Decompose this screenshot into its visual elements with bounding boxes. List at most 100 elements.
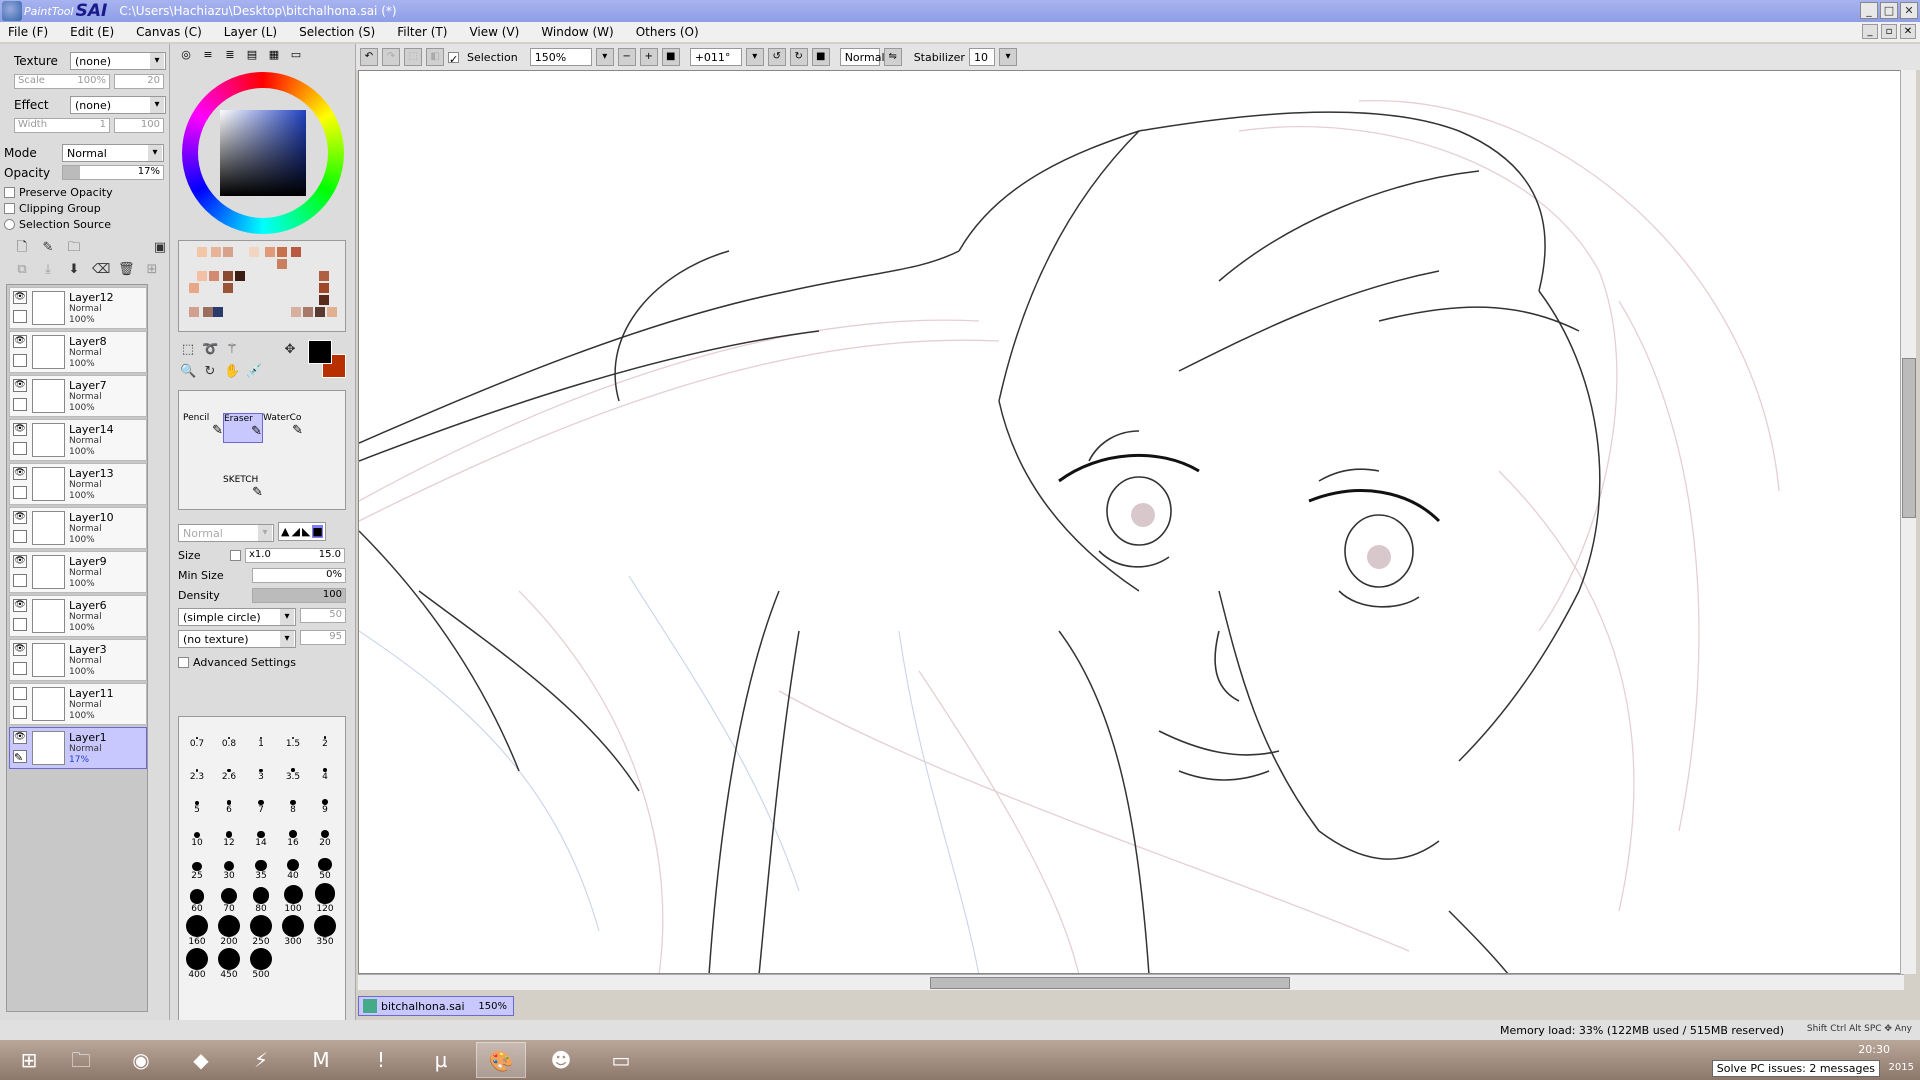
vertical-scroll-thumb[interactable] xyxy=(1902,358,1916,518)
clipping-group-checkbox[interactable] xyxy=(4,203,15,214)
rotate-icon[interactable]: ↻ xyxy=(202,364,218,380)
brush-size-preset[interactable]: 25 xyxy=(181,853,213,885)
preserve-opacity-checkbox[interactable] xyxy=(4,187,15,198)
layer-row[interactable]: 👁 Layer9 Normal 100% xyxy=(9,551,147,593)
rotate-reset-icon[interactable]: ■ xyxy=(811,48,830,66)
document-tab[interactable]: bitchalhona.sai 150% xyxy=(358,996,514,1016)
m-app-icon[interactable]: M xyxy=(296,1042,346,1078)
color-swatch[interactable] xyxy=(197,247,207,257)
color-swatch[interactable] xyxy=(189,307,199,317)
brush-size-preset[interactable]: 500 xyxy=(245,948,277,984)
color-swatch[interactable] xyxy=(249,247,259,257)
rotate-left-icon[interactable]: ↺ xyxy=(767,48,786,66)
copy-layer-icon[interactable]: ⧉ xyxy=(14,262,30,278)
color-swatch[interactable] xyxy=(213,307,223,317)
brush-tool-pencil[interactable]: Pencil ✎ xyxy=(183,413,223,443)
brush-tool-waterco[interactable]: WaterCo ✎ xyxy=(263,413,303,443)
move-icon[interactable]: ✥ xyxy=(282,342,298,358)
edge-flat-icon[interactable]: ■ xyxy=(312,525,323,538)
horizontal-scroll-thumb[interactable] xyxy=(930,977,1290,989)
color-swatch[interactable] xyxy=(319,283,329,293)
color-swatch[interactable] xyxy=(223,283,233,293)
color-swatch[interactable] xyxy=(197,271,207,281)
color-swatch[interactable] xyxy=(223,271,233,281)
penguin-app-icon[interactable]: ☻ xyxy=(536,1042,586,1078)
canvas[interactable] xyxy=(358,70,1904,974)
menu-item-view[interactable]: View (V) xyxy=(469,25,519,39)
minimize-button[interactable]: _ xyxy=(1860,2,1878,19)
brush-size-preset[interactable]: 10 xyxy=(181,820,213,852)
layer-lock-icon[interactable] xyxy=(13,574,27,587)
layer-row[interactable]: Layer11 Normal 100% xyxy=(9,683,147,725)
layer-lock-icon[interactable] xyxy=(13,354,27,367)
brush-size-preset[interactable]: 350 xyxy=(309,915,341,951)
explorer-icon[interactable]: 🗀 xyxy=(56,1042,106,1078)
brush-size-preset[interactable]: 300 xyxy=(277,915,309,951)
invert-selection-icon[interactable]: ◧ xyxy=(426,48,444,66)
close-button[interactable]: ✕ xyxy=(1900,2,1918,19)
brush-mode-dropdown[interactable]: Normal xyxy=(178,524,274,542)
lasso-icon[interactable]: ➰ xyxy=(202,342,218,358)
brush-size-preset[interactable]: 0.8 xyxy=(213,721,245,753)
brush-size-preset[interactable]: 1 xyxy=(245,721,277,753)
brush-size-preset[interactable]: 8 xyxy=(277,787,309,819)
color-wheel-tab-icon[interactable]: ◎ xyxy=(178,48,194,62)
color-swatch[interactable] xyxy=(303,307,313,317)
zoom-icon[interactable]: 🔍 xyxy=(180,364,196,380)
color-swatch[interactable] xyxy=(291,307,301,317)
layer-lock-icon[interactable] xyxy=(13,530,27,543)
brush-size-preset[interactable]: 16 xyxy=(277,820,309,852)
view-mode-field[interactable]: Normal xyxy=(839,48,885,66)
color-swatch[interactable] xyxy=(223,247,233,257)
brush-size-preset[interactable]: 3 xyxy=(245,754,277,786)
brush-size-preset[interactable]: 40 xyxy=(277,853,309,885)
brush-size-preset[interactable]: 120 xyxy=(309,883,341,918)
swatch-palette[interactable] xyxy=(178,240,346,332)
rect-select-icon[interactable]: ⬚ xyxy=(180,342,196,358)
new-linework-layer-icon[interactable]: ✎ xyxy=(40,240,56,256)
layer-lock-icon[interactable] xyxy=(13,706,27,719)
visibility-eye-icon[interactable]: 👁 xyxy=(13,599,27,612)
doc-restore-button[interactable]: ▫ xyxy=(1881,24,1897,39)
scratchpad-tab-icon[interactable]: ▭ xyxy=(288,48,304,62)
hsv-slider-tab-icon[interactable]: ≣ xyxy=(222,48,238,62)
brush-shape-dropdown[interactable]: (simple circle) xyxy=(178,608,296,626)
clear-layer-icon[interactable]: ⌫ xyxy=(92,262,110,278)
visibility-eye-icon[interactable] xyxy=(13,687,27,700)
app-icon[interactable]: ◆ xyxy=(176,1042,226,1078)
color-wheel[interactable] xyxy=(182,72,344,234)
brush-size-preset[interactable]: 160 xyxy=(181,915,213,951)
angle-field[interactable]: +011° xyxy=(689,48,742,66)
color-swatch[interactable] xyxy=(277,259,287,269)
visibility-eye-icon[interactable]: 👁 xyxy=(13,511,27,524)
density-slider[interactable]: 100 xyxy=(252,588,346,603)
layer-row[interactable]: 👁 Layer6 Normal 100% xyxy=(9,595,147,637)
color-swatch[interactable] xyxy=(327,307,337,317)
color-swatch[interactable] xyxy=(189,283,199,293)
layer-lock-icon[interactable] xyxy=(13,486,27,499)
swatch-tab-icon[interactable]: ▦ xyxy=(266,48,282,62)
brush-size-preset[interactable]: 2.6 xyxy=(213,754,245,786)
menu-item-file[interactable]: File (F) xyxy=(8,25,48,39)
zoom-dropdown-icon[interactable]: ▾ xyxy=(595,48,614,66)
doc-minimize-button[interactable]: _ xyxy=(1862,24,1878,39)
layer-row[interactable]: 👁 ✎ Layer1 Normal 17% xyxy=(9,727,147,769)
rgb-slider-tab-icon[interactable]: ≡ xyxy=(200,48,216,62)
start-icon[interactable]: ⊞ xyxy=(4,1042,54,1078)
brush-tool-sketch[interactable]: SKETCH ✎ xyxy=(223,475,263,505)
brush-size-preset[interactable]: 400 xyxy=(181,948,213,984)
layer-row[interactable]: 👁 Layer12 Normal 100% xyxy=(9,287,147,329)
edge-hard-icon[interactable]: ▲ xyxy=(281,525,289,538)
notes-icon[interactable]: ! xyxy=(356,1042,406,1078)
brush-shape-num[interactable]: 50 xyxy=(300,608,346,623)
doc-close-button[interactable]: ✕ xyxy=(1900,24,1916,39)
selection-source-checkbox[interactable] xyxy=(4,219,15,230)
menu-item-selection[interactable]: Selection (S) xyxy=(299,25,375,39)
brush-size-preset[interactable]: 2 xyxy=(309,721,341,753)
brush-size-preset[interactable]: 30 xyxy=(213,853,245,885)
brush-size-preset[interactable]: 70 xyxy=(213,886,245,918)
sai-taskbar-icon[interactable]: 🎨 xyxy=(476,1042,526,1078)
layer-row[interactable]: 👁 Layer14 Normal 100% xyxy=(9,419,147,461)
brush-tool-eraser[interactable]: Eraser ✎ xyxy=(223,413,263,443)
brush-size-preset[interactable]: 250 xyxy=(245,915,277,951)
